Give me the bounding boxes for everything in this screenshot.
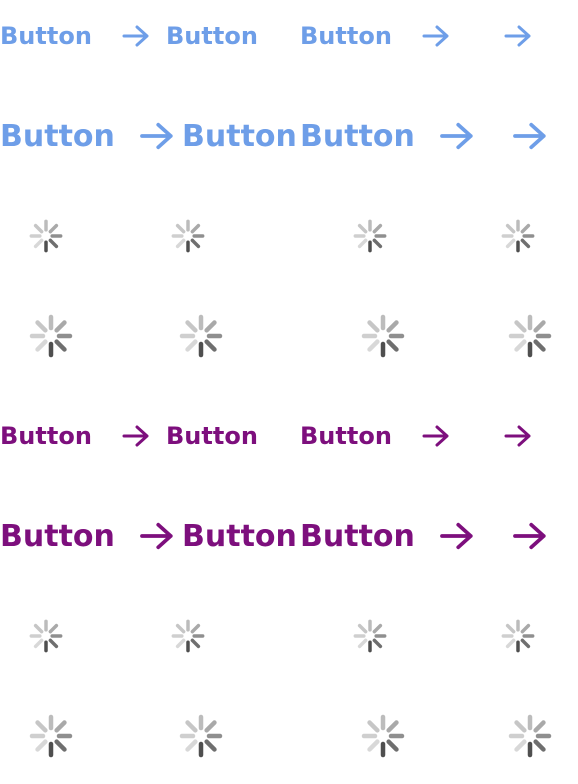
arrow-right-icon [139, 521, 175, 551]
button[interactable]: Button [182, 119, 297, 154]
loading-spinner-icon [29, 714, 73, 758]
icon-button[interactable] [512, 521, 548, 551]
button[interactable]: Button [166, 22, 258, 50]
arrow-right-icon [422, 24, 450, 48]
loading-spinner-icon [29, 219, 63, 253]
button-label: Button [0, 118, 115, 154]
button-label: Button [300, 118, 415, 154]
arrow-right-icon [122, 24, 150, 48]
loading-spinner-icon [179, 314, 223, 358]
button-label: Button [182, 118, 297, 154]
arrow-right-icon [122, 424, 150, 448]
button[interactable]: Button [300, 22, 450, 50]
loading-spinner-icon [171, 619, 205, 653]
button[interactable]: Button [0, 119, 175, 154]
arrow-right-icon [504, 24, 532, 48]
button[interactable]: Button [0, 22, 150, 50]
loading-spinner-icon [508, 314, 552, 358]
arrow-right-icon [439, 121, 475, 151]
loading-spinner-icon [361, 314, 405, 358]
arrow-right-icon [439, 521, 475, 551]
button[interactable]: Button [182, 519, 297, 554]
arrow-right-icon [139, 121, 175, 151]
button-label: Button [182, 518, 297, 554]
arrow-right-icon [504, 424, 532, 448]
loading-spinner-icon [353, 219, 387, 253]
loading-spinner-icon [171, 219, 205, 253]
button[interactable]: Button [300, 519, 475, 554]
button-label: Button [0, 422, 92, 450]
loading-spinner-icon [501, 219, 535, 253]
button-label: Button [300, 22, 392, 50]
loading-spinner-icon [29, 619, 63, 653]
button[interactable]: Button [0, 519, 175, 554]
button-label: Button [166, 22, 258, 50]
button[interactable]: Button [0, 422, 150, 450]
loading-spinner-icon [179, 714, 223, 758]
icon-button[interactable] [512, 121, 548, 151]
button-label: Button [0, 518, 115, 554]
button-label: Button [300, 422, 392, 450]
loading-spinner-icon [501, 619, 535, 653]
button-label: Button [300, 518, 415, 554]
arrow-right-icon [512, 121, 548, 151]
arrow-right-icon [512, 521, 548, 551]
loading-spinner-icon [361, 714, 405, 758]
arrow-right-icon [422, 424, 450, 448]
icon-button[interactable] [504, 24, 532, 48]
button-label: Button [0, 22, 92, 50]
button[interactable]: Button [300, 422, 450, 450]
loading-spinner-icon [353, 619, 387, 653]
loading-spinner-icon [508, 714, 552, 758]
loading-spinner-icon [29, 314, 73, 358]
button[interactable]: Button [300, 119, 475, 154]
icon-button[interactable] [504, 424, 532, 448]
button-label: Button [166, 422, 258, 450]
button[interactable]: Button [166, 422, 258, 450]
